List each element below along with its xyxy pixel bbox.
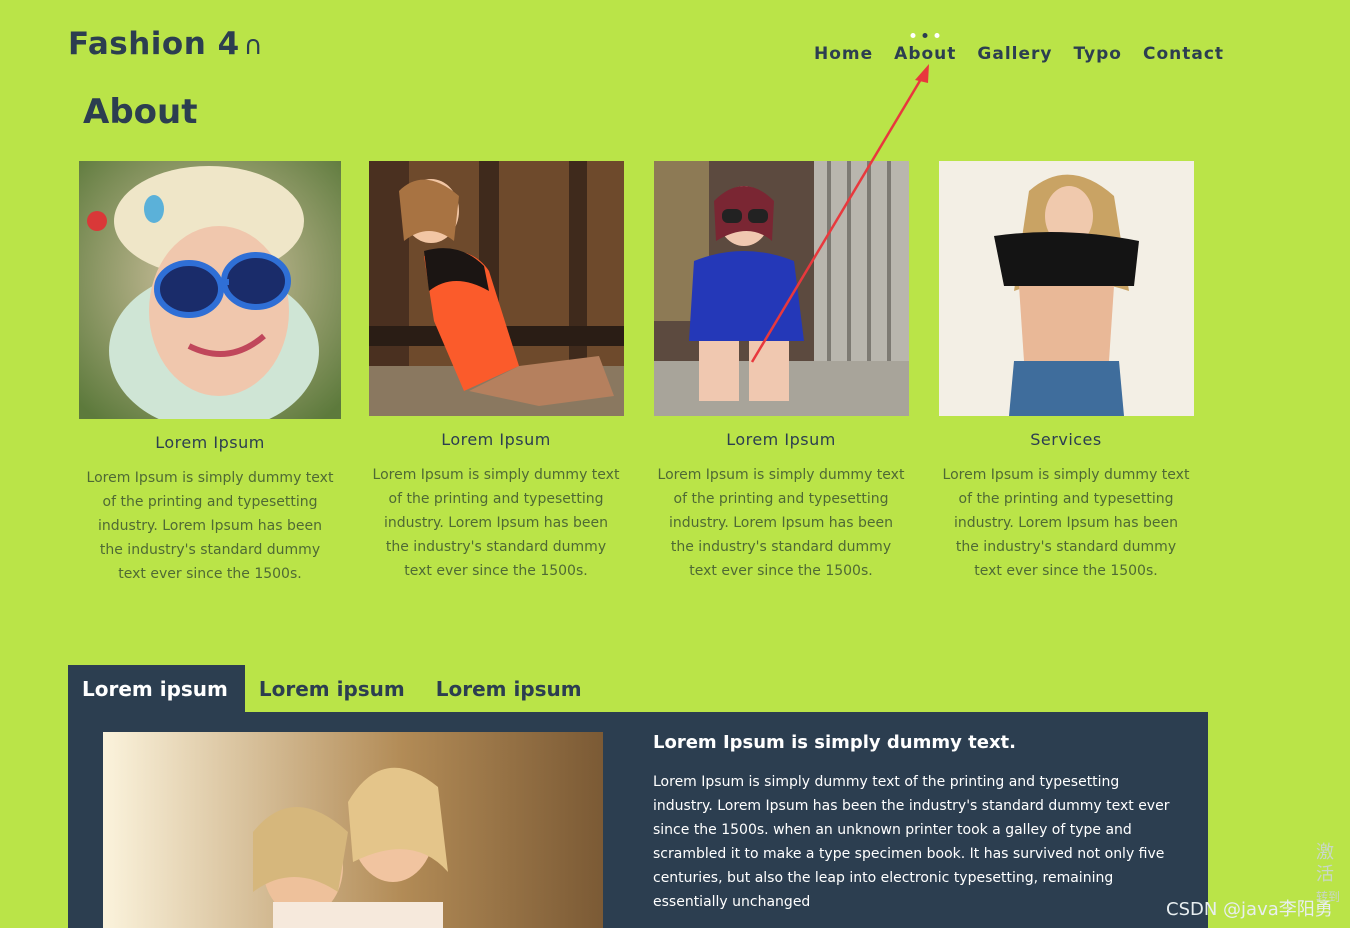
active-indicator-icon bbox=[910, 33, 940, 38]
tab-3[interactable]: Lorem ipsum bbox=[422, 665, 599, 712]
card-4: Services Lorem Ipsum is simply dummy tex… bbox=[935, 161, 1197, 583]
woman-blue-dress-photo[interactable] bbox=[653, 161, 909, 416]
nav-home[interactable]: Home bbox=[814, 44, 873, 64]
two-girls-photo bbox=[103, 732, 603, 928]
nav-gallery[interactable]: Gallery bbox=[977, 44, 1052, 64]
card-3: Lorem Ipsum Lorem Ipsum is simply dummy … bbox=[650, 161, 912, 583]
logo-mark-icon: ∩ bbox=[243, 31, 264, 61]
nav-about[interactable]: About bbox=[894, 33, 957, 64]
tab-2[interactable]: Lorem ipsum bbox=[245, 665, 422, 712]
nav-contact[interactable]: Contact bbox=[1143, 44, 1224, 64]
woman-orange-top-photo[interactable] bbox=[368, 161, 624, 416]
logo-text: Fashion 4 bbox=[68, 26, 240, 62]
tab-bar: Lorem ipsum Lorem ipsum Lorem ipsum bbox=[68, 665, 599, 712]
tab-panel: Lorem Ipsum is simply dummy text. Lorem … bbox=[68, 712, 1208, 928]
card-title: Lorem Ipsum bbox=[155, 433, 265, 452]
card-text: Lorem Ipsum is simply dummy text of the … bbox=[86, 470, 334, 582]
card-1: Lorem Ipsum Lorem Ipsum is simply dummy … bbox=[79, 161, 341, 586]
card-2: Lorem Ipsum Lorem Ipsum is simply dummy … bbox=[365, 161, 627, 583]
nav-typo[interactable]: Typo bbox=[1073, 44, 1122, 64]
card-title: Services bbox=[1030, 430, 1102, 449]
page-title: About bbox=[83, 92, 198, 132]
tab-1[interactable]: Lorem ipsum bbox=[68, 665, 245, 712]
card-text: Lorem Ipsum is simply dummy text of the … bbox=[657, 467, 905, 579]
woman-black-top-photo[interactable] bbox=[938, 161, 1194, 416]
card-text: Lorem Ipsum is simply dummy text of the … bbox=[372, 467, 620, 579]
main-nav: Home About Gallery Typo Contact bbox=[814, 33, 1224, 64]
side-line-1: 激活 bbox=[1316, 842, 1334, 885]
panel-text: Lorem Ipsum is simply dummy text of the … bbox=[653, 774, 1170, 910]
panel-title: Lorem Ipsum is simply dummy text. bbox=[653, 732, 1016, 753]
card-title: Lorem Ipsum bbox=[441, 430, 551, 449]
card-text: Lorem Ipsum is simply dummy text of the … bbox=[942, 467, 1190, 579]
watermark-text: CSDN @java李阳勇 bbox=[1166, 899, 1333, 920]
woman-blue-sunglasses-photo[interactable] bbox=[79, 161, 341, 419]
nav-about-label: About bbox=[894, 44, 957, 64]
site-logo[interactable]: Fashion 4 ∩ bbox=[68, 26, 263, 62]
card-title: Lorem Ipsum bbox=[726, 430, 836, 449]
